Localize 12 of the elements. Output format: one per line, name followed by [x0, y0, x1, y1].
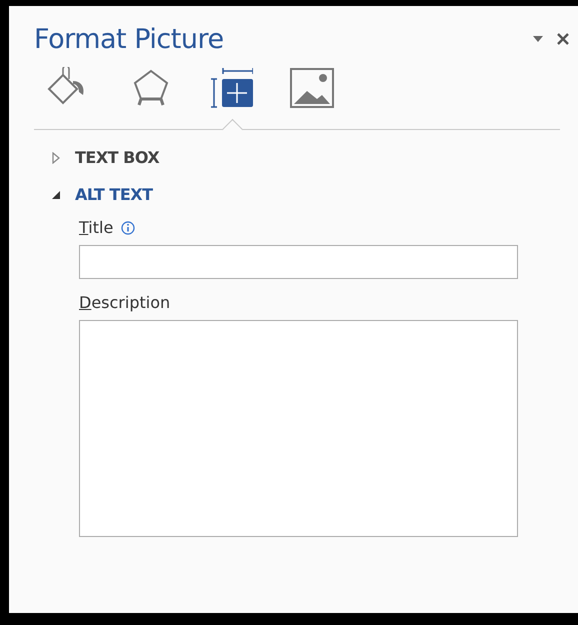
image-icon[interactable] [289, 67, 335, 109]
expanded-triangle-icon[interactable] [51, 190, 61, 200]
text-box-layout-icon[interactable] [209, 67, 253, 109]
section-header[interactable]: TEXT BOX [75, 148, 160, 167]
pane-title: Format Picture [34, 24, 224, 55]
title-input-field[interactable] [79, 245, 518, 279]
collapsed-triangle-icon[interactable] [51, 152, 61, 164]
field-label: Description [79, 293, 170, 312]
dropdown-icon[interactable] [532, 35, 544, 43]
section-header[interactable]: ALT TEXT [75, 185, 153, 204]
close-icon[interactable] [556, 32, 570, 46]
field-label: Title [79, 218, 114, 237]
